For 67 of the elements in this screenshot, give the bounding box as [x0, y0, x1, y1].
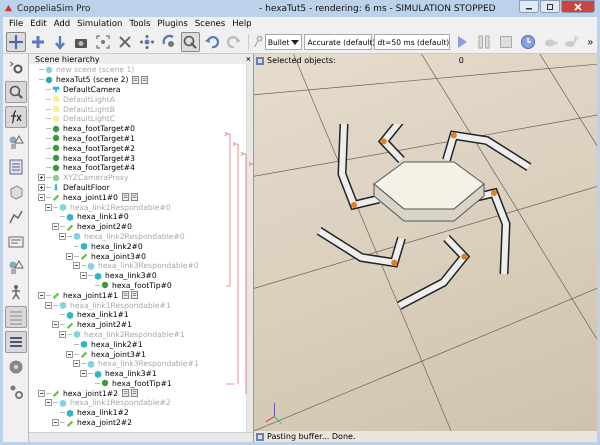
panel-title: Scene hierarchy — [35, 54, 101, 64]
more-button[interactable]: » — [583, 36, 597, 48]
view-menu-icon[interactable] — [256, 56, 264, 64]
clock-icon — [520, 34, 536, 50]
shapes-icon — [8, 259, 24, 275]
maximize-icon — [545, 4, 555, 10]
menu-item[interactable]: File — [9, 19, 24, 29]
sidebar-button[interactable] — [4, 81, 26, 103]
stop-icon — [498, 34, 514, 50]
expand-toggle[interactable] — [38, 194, 45, 201]
pin-icon — [252, 35, 263, 49]
undo-icon — [204, 34, 220, 50]
script-icon[interactable] — [122, 193, 138, 202]
selected-objects-label: Selected objects: — [267, 56, 336, 65]
script-icon[interactable] — [132, 76, 148, 84]
user-settings-icon — [8, 384, 24, 400]
minimize-button[interactable] — [519, 0, 539, 13]
maximize-button[interactable] — [540, 0, 560, 13]
film-reel-icon — [8, 359, 24, 375]
search-icon — [182, 34, 198, 50]
sidebar-button[interactable] — [4, 331, 26, 353]
app-name: CoppeliaSim Pro — [17, 4, 92, 14]
expand-toggle[interactable] — [38, 184, 45, 191]
selected-objects-count: 0 — [458, 56, 464, 65]
rabbit-icon — [563, 34, 580, 50]
orbit-icon — [160, 34, 177, 50]
status-icon[interactable] — [256, 432, 264, 440]
menu-item[interactable]: Tools — [129, 19, 150, 29]
status-message: Pasting buffer... Done. — [267, 432, 356, 441]
expand-toggle[interactable] — [38, 390, 45, 397]
3d-scene-view[interactable]: Selected objects: 0 — [254, 54, 597, 431]
close-button[interactable] — [561, 0, 595, 13]
menu-item[interactable]: Plugins — [157, 19, 188, 29]
move-arrows-icon — [8, 34, 24, 50]
script-icon[interactable] — [122, 291, 138, 300]
menu-item[interactable]: Scenes — [194, 19, 226, 29]
toolbar-button[interactable] — [6, 32, 26, 52]
graph-icon — [8, 209, 24, 225]
menu-item[interactable]: Help — [232, 19, 252, 29]
toolbar-button[interactable] — [180, 32, 200, 52]
close-icon — [573, 2, 583, 10]
cube-icon — [8, 184, 24, 200]
window-title: - hexaTut5 - rendering: 6 ms - SIMULATION STOPPED — [259, 4, 496, 14]
fit-view-icon — [95, 34, 112, 50]
app-logo-icon — [4, 4, 13, 13]
dots-cross-icon — [138, 34, 155, 50]
expand-toggle[interactable] — [38, 292, 45, 299]
layers-icon — [8, 334, 24, 350]
sidebar-button[interactable] — [4, 106, 26, 128]
script-icon[interactable] — [122, 389, 138, 398]
cross-icon — [116, 34, 133, 50]
menu-item[interactable]: Simulation — [77, 19, 122, 29]
horizontal-scrollbar[interactable] — [29, 432, 253, 442]
list-icon — [8, 309, 24, 325]
plus-arrows-icon — [30, 34, 46, 50]
vertical-scrollbar[interactable] — [246, 64, 253, 432]
redo-icon — [226, 34, 242, 50]
caret-icon — [291, 40, 300, 44]
pause-icon — [476, 34, 492, 50]
search-icon — [8, 84, 24, 100]
shapes-icon — [8, 134, 24, 150]
script-icon — [8, 234, 24, 250]
menu-item[interactable]: Edit — [30, 19, 47, 29]
close-panel-button[interactable]: × — [244, 54, 253, 64]
gear-icon — [8, 59, 24, 75]
document-icon — [8, 159, 24, 175]
menu-item[interactable]: Add — [54, 19, 70, 29]
